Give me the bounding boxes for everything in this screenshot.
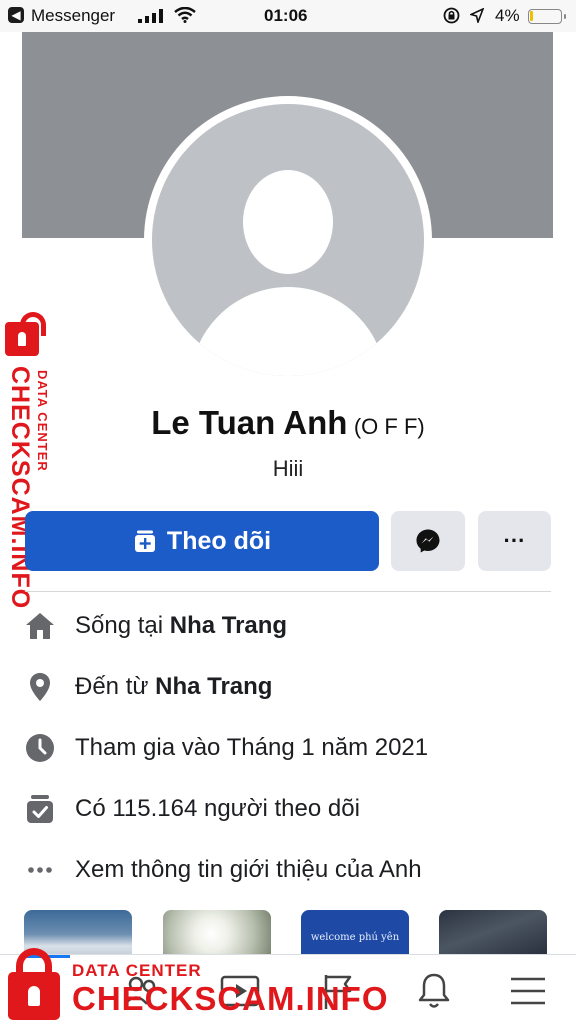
avatar[interactable] — [152, 104, 424, 376]
info-row-from: Đến từ Nha Trang — [0, 667, 576, 707]
follow-button[interactable]: Theo dõi — [25, 511, 379, 571]
home-icon — [26, 613, 54, 639]
rotation-lock-icon — [443, 7, 460, 24]
info-row-lives-in: Sống tại Nha Trang — [0, 606, 576, 646]
wifi-icon — [174, 7, 196, 23]
watermark-bottom-small: DATA CENTER — [72, 961, 202, 980]
clock-icon — [26, 734, 54, 762]
notifications-tab-icon[interactable] — [412, 969, 456, 1013]
info-row-see-about[interactable]: Xem thông tin giới thiệu của Anh — [0, 850, 576, 890]
more-options-button[interactable]: ··· — [478, 511, 551, 571]
back-arrow-icon[interactable]: ◀ — [8, 7, 24, 23]
followers-icon — [27, 795, 53, 823]
avatar-placeholder-head — [243, 170, 333, 274]
message-button[interactable] — [391, 511, 465, 571]
battery-percent: 4% — [495, 6, 520, 25]
messenger-icon — [416, 529, 440, 553]
profile-name-suffix: (O F F) — [353, 414, 425, 439]
info-row-joined: Tham gia vào Tháng 1 năm 2021 — [0, 728, 576, 768]
info-from-prefix: Đến từ — [75, 673, 156, 700]
avatar-placeholder-body — [190, 287, 386, 376]
info-from-place[interactable]: Nha Trang — [155, 673, 272, 700]
follow-button-label: Theo dõi — [166, 526, 272, 555]
info-lives-in-place[interactable]: Nha Trang — [170, 612, 287, 639]
follow-icon — [134, 530, 155, 552]
profile-name: Le Tuan Anh — [151, 404, 348, 441]
info-row-followers: Có 115.164 người theo dõi — [0, 789, 576, 829]
photo-caption: welcome phú yên — [310, 932, 400, 943]
clock-time: 01:06 — [264, 6, 308, 25]
info-see-about-text: Xem thông tin giới thiệu của Anh — [75, 856, 422, 883]
divider — [25, 591, 551, 592]
back-to-app-label[interactable]: Messenger — [31, 6, 115, 26]
location-pin-icon — [30, 673, 50, 701]
info-followers-text[interactable]: Có 115.164 người theo dõi — [75, 795, 360, 823]
profile-bio: Hiii — [272, 456, 304, 481]
menu-tab-icon[interactable] — [506, 969, 550, 1013]
info-joined-text: Tham gia vào Tháng 1 năm 2021 — [75, 734, 429, 761]
watermark-side-big: CHECKSCAM.INFO — [6, 366, 34, 610]
profile-name-row: Le Tuan Anh (O F F) — [0, 404, 576, 442]
battery-icon — [528, 9, 566, 24]
watermark-lock-icon — [6, 946, 62, 1022]
cellular-signal-icon — [138, 9, 163, 23]
watermark-lock-icon — [5, 308, 46, 356]
status-bar: ◀ Messenger 01:06 4% — [0, 0, 576, 32]
info-lives-in-prefix: Sống tại — [75, 612, 170, 639]
more-dots-icon — [28, 867, 52, 873]
watermark-bottom-big: CHECKSCAM.INFO — [72, 980, 389, 1017]
location-arrow-icon — [470, 8, 484, 23]
